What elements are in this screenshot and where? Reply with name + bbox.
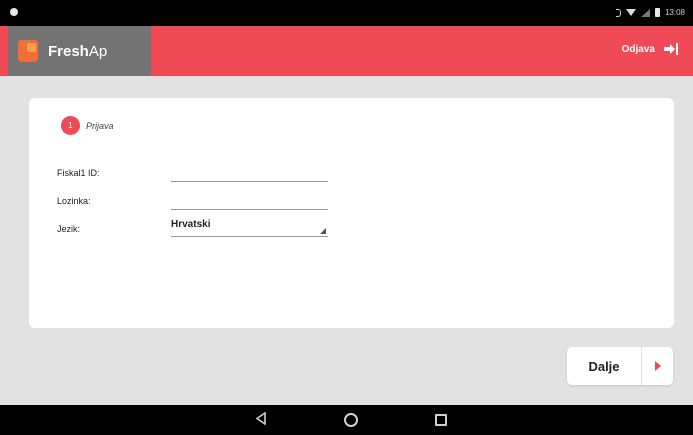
signal-icon [640,8,650,17]
app-logo-icon [18,40,38,62]
brand-block: FreshAp [8,26,151,76]
logout-button[interactable]: Odjava [622,43,679,55]
app-name-light: Ap [88,42,108,60]
clock: 13:08 [664,8,685,17]
step-indicator: 1 Prijava [61,116,114,135]
wifi-icon [625,9,636,16]
logout-label: Odjava [621,43,655,55]
app-name-bold: Fresh [48,42,89,60]
back-icon[interactable] [255,412,267,425]
dropdown-corner-icon [320,228,326,234]
chevron-right-icon [642,361,673,371]
system-nav-bar [0,405,693,435]
next-button[interactable]: Dalje [567,347,673,385]
language-select[interactable]: Hrvatski [171,219,328,237]
recent-apps-icon[interactable] [435,414,447,426]
login-card: 1 Prijava Fiskal1 ID: Lozinka: Jezik: Hr… [29,98,674,328]
password-input[interactable] [171,196,328,210]
fiskal-id-label: Fiskal1 ID: [57,168,100,178]
next-button-label: Dalje [588,358,620,374]
password-label: Lozinka: [57,196,91,206]
home-icon[interactable] [344,413,358,427]
step-label: Prijava [86,120,114,131]
bluetooth-icon [615,8,621,17]
language-select-value: Hrvatski [171,219,211,230]
step-number: 1 [61,116,80,135]
app-bar: FreshAp Odjava [0,26,693,76]
status-bar: 13:08 [0,0,693,26]
status-icons: 13:08 [615,8,685,17]
fiskal-id-input[interactable] [171,168,328,182]
notification-dot-icon [10,8,18,16]
logout-icon [664,43,678,55]
language-label: Jezik: [57,224,81,234]
app-name: FreshAp [48,43,107,60]
battery-icon [654,8,660,17]
